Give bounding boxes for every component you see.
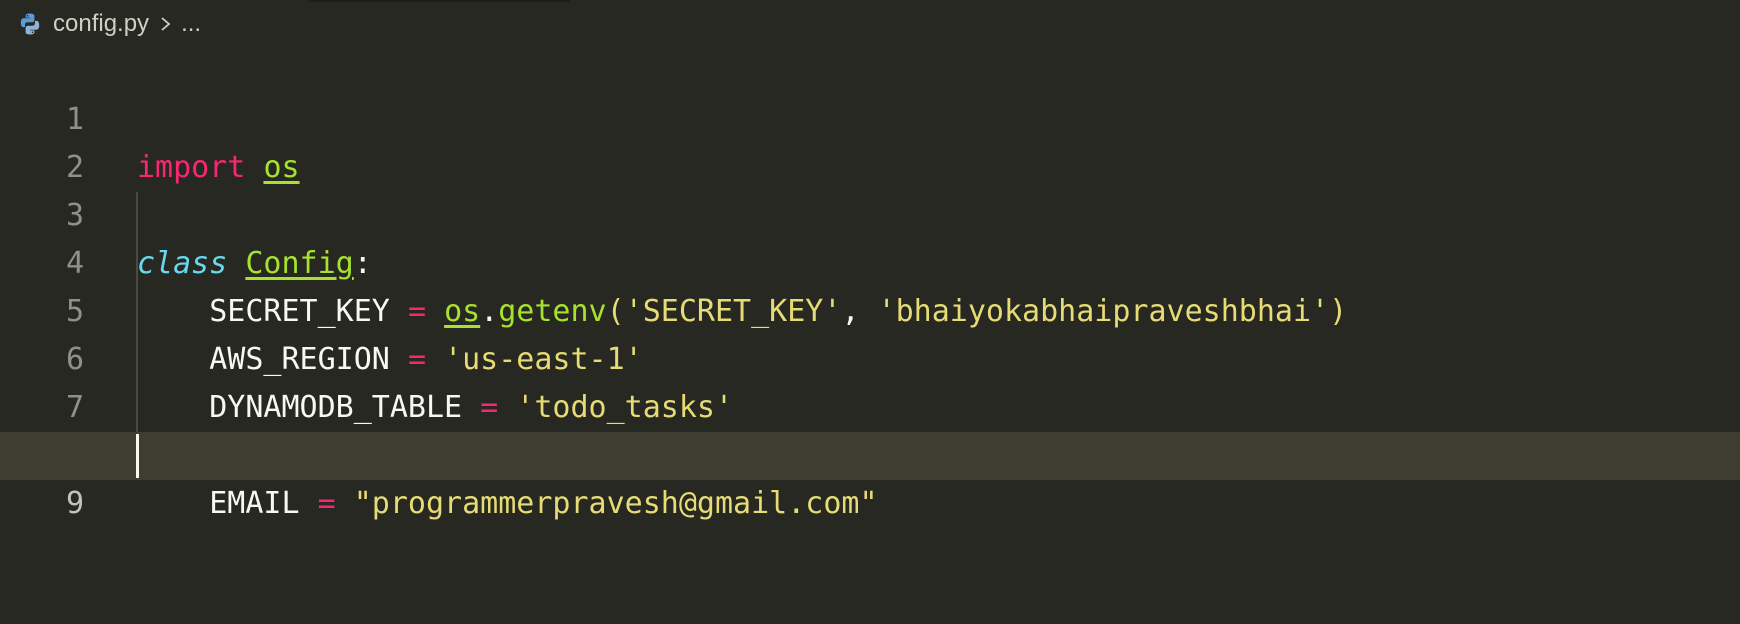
code-line-6[interactable]: 6 DYNAMODB_TABLE = 'todo_tasks' xyxy=(0,288,1740,425)
line-code: EMAIL = "programmerpravesh@gmail.com" xyxy=(137,480,878,528)
code-token: "programmerpravesh@gmail.com" xyxy=(353,486,878,521)
python-file-icon xyxy=(18,12,42,36)
code-line-1[interactable]: 1 import os xyxy=(0,48,1740,185)
code-token: EMAIL xyxy=(137,486,318,521)
code-line-4[interactable]: 4 SECRET_KEY = os.getenv('SECRET_KEY', '… xyxy=(0,192,1740,329)
chevron-right-icon xyxy=(159,12,173,36)
code-line-8[interactable]: 8 EMAIL = "programmerpravesh@gmail.com" xyxy=(0,384,1740,521)
text-cursor xyxy=(136,434,139,478)
code-line-2[interactable]: 2 xyxy=(0,96,1740,185)
code-line-3[interactable]: 3 class Config: xyxy=(0,144,1740,281)
code-line-9[interactable]: 9 xyxy=(0,432,1740,521)
breadcrumb: config.py ... xyxy=(0,0,1740,48)
code-token: = xyxy=(317,486,336,521)
code-editor[interactable]: 1 import os 2 3 class Config: 4 SECRET_K… xyxy=(0,48,1740,521)
code-line-5[interactable]: 5 AWS_REGION = 'us-east-1' xyxy=(0,240,1740,377)
line-number: 9 xyxy=(65,486,84,521)
breadcrumb-ellipsis[interactable]: ... xyxy=(181,10,201,38)
code-line-7[interactable]: 7 SNS_TOPIC_ARN = os.getenv("SNS_TOPIC_A… xyxy=(0,336,1740,473)
breadcrumb-file[interactable]: config.py xyxy=(53,10,149,38)
